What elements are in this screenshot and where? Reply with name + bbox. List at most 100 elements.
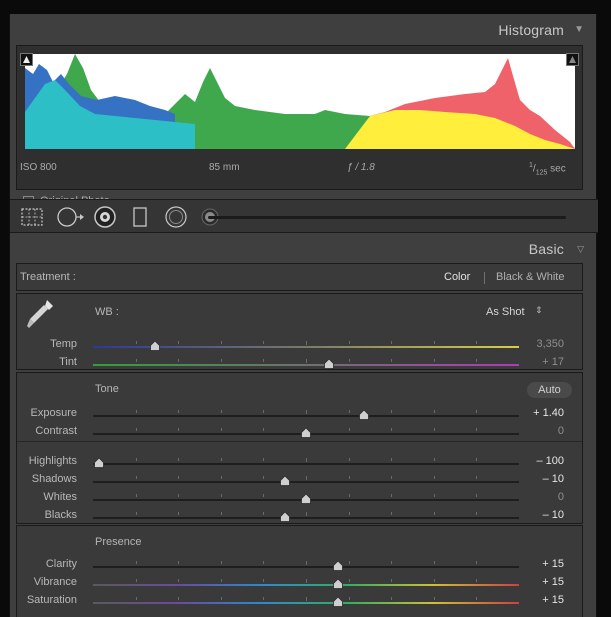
slider-tick <box>476 512 478 515</box>
slider-tick <box>306 476 307 480</box>
slider-tick <box>391 359 393 362</box>
wb-preset-select[interactable]: As Shot <box>486 306 525 318</box>
slider-tick <box>178 494 180 497</box>
exposure-slider-track[interactable] <box>93 415 519 417</box>
whites-label: Whites <box>43 491 77 503</box>
slider-tick <box>135 458 137 461</box>
basic-header[interactable]: Basic ▽ <box>10 235 598 263</box>
slider-tick <box>476 561 478 564</box>
brush-size-slider[interactable] <box>208 216 566 219</box>
tone-label: Tone <box>95 383 119 395</box>
slider-tick <box>178 512 180 515</box>
highlights-slider-track[interactable] <box>93 463 519 465</box>
slider-tick <box>348 597 350 600</box>
contrast-value[interactable]: 0 <box>504 425 564 437</box>
collapse-triangle-icon[interactable]: ▼ <box>574 24 584 35</box>
slider-tick <box>433 561 435 564</box>
treatment-separator <box>484 272 485 284</box>
tint-slider-track[interactable] <box>93 364 519 366</box>
saturation-value[interactable]: + 15 <box>504 594 564 606</box>
slider-tick <box>348 410 350 413</box>
saturation-label: Saturation <box>26 594 77 606</box>
crop-overlay-icon <box>21 208 43 226</box>
slider-tick <box>220 494 222 497</box>
wb-eyedropper-button[interactable] <box>25 298 55 333</box>
graduated-filter-button[interactable] <box>132 200 148 234</box>
basic-title: Basic <box>528 241 564 257</box>
tint-label: Tint <box>59 356 77 368</box>
red-eye-icon <box>94 206 116 228</box>
shadows-value[interactable]: – 10 <box>504 473 564 485</box>
slider-tick <box>220 359 222 362</box>
crop-overlay-button[interactable] <box>20 200 44 234</box>
slider-tick <box>178 579 180 582</box>
treatment-bw-option[interactable]: Black & White <box>496 271 564 283</box>
slider-tick <box>391 476 393 479</box>
slider-tick <box>263 341 265 344</box>
slider-tick <box>135 428 137 431</box>
blacks-slider: Blacks – 10 <box>10 509 598 527</box>
slider-tick <box>476 410 478 413</box>
histogram-graph <box>25 54 575 149</box>
vibrance-slider-track[interactable] <box>93 584 519 586</box>
exposure-value[interactable]: + 1.40 <box>504 407 564 419</box>
slider-tick <box>348 494 350 497</box>
slider-tick <box>135 359 137 362</box>
slider-tick <box>391 410 393 413</box>
auto-tone-button[interactable]: Auto <box>527 382 572 398</box>
radial-filter-button[interactable] <box>164 200 188 234</box>
clarity-slider-track[interactable] <box>93 566 519 568</box>
slider-tick <box>433 579 435 582</box>
treatment-color-option[interactable]: Color <box>444 271 470 283</box>
slider-tick <box>433 512 435 515</box>
shutter-readout: 1/125 sec <box>529 162 566 177</box>
whites-value[interactable]: 0 <box>504 491 564 503</box>
slider-tick <box>220 561 222 564</box>
blacks-label: Blacks <box>44 509 77 521</box>
shadow-clipping-button[interactable] <box>20 53 33 66</box>
slider-tick <box>306 597 307 601</box>
temp-value[interactable]: 3,350 <box>504 338 564 350</box>
shadows-slider-track[interactable] <box>93 481 519 483</box>
collapse-triangle-icon[interactable]: ▽ <box>577 244 584 255</box>
slider-tick <box>391 579 393 582</box>
red-eye-button[interactable] <box>93 200 117 234</box>
slider-tick <box>476 341 478 344</box>
slider-tick <box>135 410 137 413</box>
updown-arrow-icon[interactable]: ⇕ <box>535 305 543 316</box>
slider-tick <box>135 341 137 344</box>
slider-tick <box>135 561 137 564</box>
shadows-slider-ticks <box>93 476 519 480</box>
clarity-value[interactable]: + 15 <box>504 558 564 570</box>
tint-value[interactable]: + 17 <box>504 356 564 368</box>
slider-tick <box>391 512 393 515</box>
highlight-clipping-button[interactable] <box>566 53 579 66</box>
clipping-indicator-icon <box>569 56 576 63</box>
blacks-slider-track[interactable] <box>93 517 519 519</box>
histogram-panel: ISO 800 85 mm ƒ / 1.8 1/125 sec Original… <box>16 45 583 207</box>
slider-tick <box>391 428 393 431</box>
slider-tick <box>220 428 222 431</box>
spot-removal-button[interactable] <box>56 200 86 234</box>
slider-tick <box>220 579 222 582</box>
vibrance-value[interactable]: + 15 <box>504 576 564 588</box>
exposure-slider-ticks <box>93 410 519 414</box>
saturation-slider-track[interactable] <box>93 602 519 604</box>
slider-tick <box>220 341 222 344</box>
slider-tick <box>306 410 307 414</box>
slider-tick <box>433 428 435 431</box>
slider-tick <box>433 341 435 344</box>
slider-tick <box>263 476 265 479</box>
clarity-slider-ticks <box>93 561 519 565</box>
slider-tick <box>135 597 137 600</box>
treatment-label: Treatment : <box>20 271 76 283</box>
slider-tick <box>391 597 393 600</box>
slider-tick <box>348 579 350 582</box>
histogram-header[interactable]: Histogram ▼ <box>10 14 598 42</box>
slider-tick <box>135 476 137 479</box>
slider-tick <box>433 359 435 362</box>
slider-tick <box>391 458 393 461</box>
slider-tick <box>306 561 307 565</box>
blacks-value[interactable]: – 10 <box>504 509 564 521</box>
highlights-value[interactable]: – 100 <box>504 455 564 467</box>
